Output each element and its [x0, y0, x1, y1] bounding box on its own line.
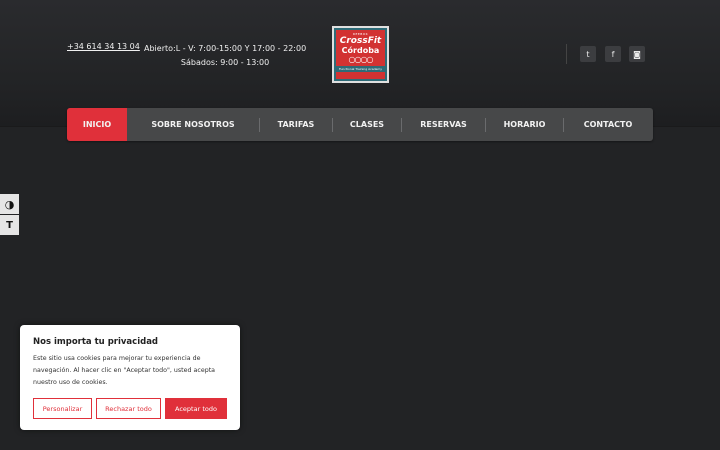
- nav-tarifas[interactable]: TARIFAS: [260, 108, 332, 141]
- nav-inicio[interactable]: INICIO: [67, 108, 127, 141]
- twitter-glyph: t: [586, 49, 590, 59]
- logo-badge: REEBOK CrossFit Córdoba ○○○○ Functional …: [336, 30, 385, 79]
- header-divider: [566, 44, 567, 64]
- logo-subtitle: Functional Training Academy: [336, 66, 385, 72]
- twitter-icon[interactable]: t: [580, 46, 596, 62]
- logo-rings: ○○○○: [348, 55, 374, 64]
- cookie-consent-banner: Nos importa tu privacidad Este sitio usa…: [20, 325, 240, 430]
- customize-button[interactable]: Personalizar: [33, 398, 92, 419]
- facebook-icon[interactable]: f: [605, 46, 621, 62]
- hours-saturday: Sábados: 9:00 - 13:00: [180, 58, 270, 67]
- main-navigation: INICIO SOBRE NOSOTROS TARIFAS CLASES RES…: [67, 108, 653, 141]
- opening-hours: Abierto:L - V: 7:00-15:00 Y 17:00 - 22:0…: [144, 42, 306, 70]
- crossfit-cordoba-logo[interactable]: REEBOK CrossFit Córdoba ○○○○ Functional …: [332, 26, 389, 83]
- contrast-glyph: ◑: [4, 197, 15, 211]
- nav-reservas[interactable]: RESERVAS: [402, 108, 485, 141]
- phone-link[interactable]: +34 614 34 13 04: [67, 42, 140, 51]
- font-size-icon[interactable]: T: [0, 215, 19, 235]
- nav-contacto[interactable]: CONTACTO: [564, 108, 652, 141]
- nav-clases[interactable]: CLASES: [333, 108, 401, 141]
- nav-horario[interactable]: HORARIO: [486, 108, 563, 141]
- logo-city: Córdoba: [341, 46, 380, 55]
- accept-all-button[interactable]: Aceptar todo: [165, 398, 227, 419]
- hours-weekdays: Abierto:L - V: 7:00-15:00 Y 17:00 - 22:0…: [144, 44, 307, 53]
- instagram-icon[interactable]: ◙: [629, 46, 645, 62]
- nav-sobre-nosotros[interactable]: SOBRE NOSOTROS: [127, 108, 259, 141]
- logo-brand: CrossFit: [339, 36, 382, 46]
- contrast-toggle-icon[interactable]: ◑: [0, 194, 19, 214]
- instagram-glyph: ◙: [633, 49, 641, 59]
- font-size-glyph: T: [6, 219, 13, 231]
- cookie-text: Este sitio usa cookies para mejorar tu e…: [33, 355, 216, 386]
- reject-all-button[interactable]: Rechazar todo: [96, 398, 161, 419]
- facebook-glyph: f: [611, 49, 615, 59]
- cookie-title: Nos importa tu privacidad: [33, 337, 159, 347]
